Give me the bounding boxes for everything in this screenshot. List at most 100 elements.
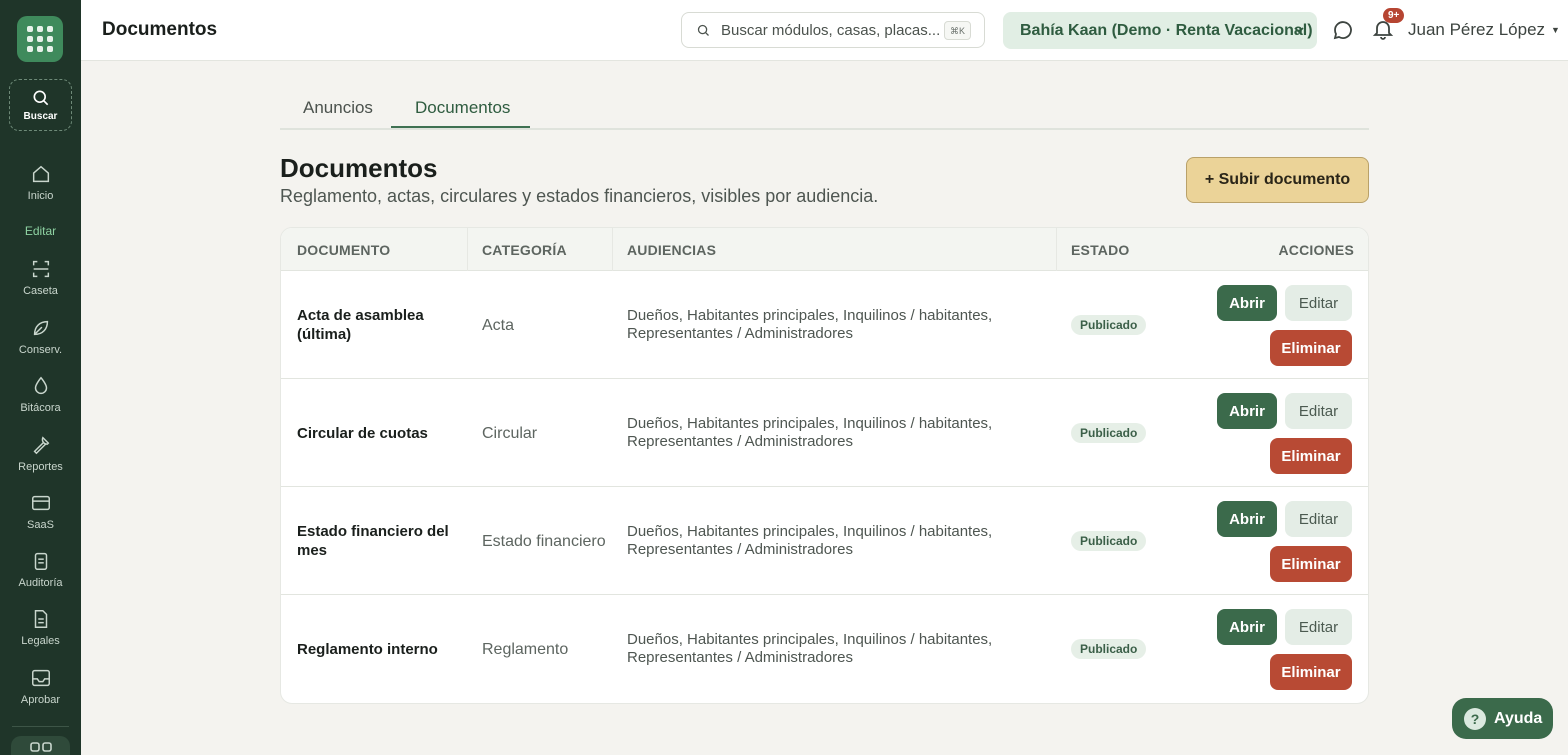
home-icon (32, 165, 49, 183)
status-badge: Publicado (1071, 315, 1147, 335)
drop-icon (34, 376, 47, 394)
table-row: Reglamento interno Reglamento Dueños, Ha… (281, 595, 1368, 703)
sidebar-item-label: SaaS (27, 519, 54, 531)
document-name: Acta de asamblea (última) (297, 307, 424, 343)
tab-documentos[interactable]: Documentos (415, 98, 510, 129)
sidebar-item-saas[interactable]: SaaS (0, 492, 81, 531)
organization-selector[interactable]: Bahía Kaan (Demo · Renta Vacacional) (1003, 12, 1317, 49)
edit-button[interactable]: Editar (1285, 609, 1352, 645)
delete-button[interactable]: Eliminar (1270, 330, 1352, 366)
sidebar-item-label: Aprobar (20, 694, 61, 706)
sidebar-item-label: Legales (21, 635, 60, 647)
edit-button[interactable]: Editar (1285, 501, 1352, 537)
open-button[interactable]: Abrir (1217, 285, 1277, 321)
sidebar-item-label: Caseta (23, 285, 58, 297)
document-category: Acta (482, 316, 515, 334)
status-cell: Publicado (1071, 379, 1147, 487)
status-cell: Publicado (1071, 271, 1147, 379)
sidebar-item-caseta[interactable]: Caseta (0, 258, 81, 297)
global-search-input[interactable]: Buscar módulos, casas, placas... ⌘K (681, 12, 985, 48)
column-header-category: CATEGORÍA (482, 242, 567, 258)
card-icon (31, 495, 50, 511)
sidebar-item-label: Bitácora (20, 402, 61, 414)
column-divider (467, 228, 468, 271)
sidebar-item-conserv[interactable]: Conserv. (0, 317, 81, 356)
open-button[interactable]: Abrir (1217, 393, 1277, 429)
edit-button[interactable]: Editar (1285, 285, 1352, 321)
tab-anuncios[interactable]: Anuncios (303, 98, 373, 129)
page-title: Documentos (102, 19, 218, 40)
tab-bar: Anuncios Documentos (280, 89, 1369, 130)
user-name: Juan Pérez López (1408, 20, 1546, 39)
sidebar-item-auditoria[interactable]: Auditoría (0, 550, 81, 589)
edit-button[interactable]: Editar (1285, 393, 1352, 429)
section-title: Documentos (280, 153, 438, 183)
apps-grid-icon[interactable] (17, 16, 63, 62)
column-header-actions: ACCIONES (1278, 242, 1354, 258)
table-row: Circular de cuotas Circular Dueños, Habi… (281, 379, 1368, 487)
search-icon (33, 90, 48, 106)
file-icon (34, 610, 47, 628)
status-badge: Publicado (1071, 423, 1147, 443)
sidebar-item-reportes[interactable]: Reportes (0, 434, 81, 473)
document-audiences: Dueños, Habitantes principales, Inquilin… (627, 631, 993, 666)
table-header: DOCUMENTO CATEGORÍA AUDIENCIAS ESTADO AC… (281, 228, 1368, 271)
sidebar-item-bitacora[interactable]: Bitácora (0, 375, 81, 414)
document-category: Reglamento (482, 640, 569, 658)
delete-button[interactable]: Eliminar (1270, 654, 1352, 690)
status-cell: Publicado (1071, 487, 1147, 595)
inbox-icon (31, 669, 50, 687)
document-name: Reglamento interno (297, 640, 438, 658)
status-badge: Publicado (1071, 531, 1147, 551)
document-audiences: Dueños, Habitantes principales, Inquilin… (627, 415, 993, 450)
status-cell: Publicado (1071, 595, 1147, 703)
caret-down-icon: ▼ (1551, 25, 1560, 35)
sidebar-item-label: Inicio (27, 190, 54, 202)
help-label: Ayuda (1494, 709, 1543, 727)
sidebar-item-legales[interactable]: Legales (0, 608, 81, 647)
column-divider (612, 228, 613, 271)
leaf-icon (33, 320, 48, 336)
notifications-badge: 9+ (1383, 8, 1405, 23)
organization-name: Bahía Kaan (Demo · Renta Vacacional) (1020, 21, 1313, 39)
sidebar-search-label: Buscar (23, 111, 58, 122)
column-header-status: ESTADO (1071, 242, 1130, 258)
document-audiences: Dueños, Habitantes principales, Inquilin… (627, 307, 993, 342)
user-menu[interactable]: Juan Pérez López ▼ (1408, 20, 1560, 40)
question-icon: ? (1464, 707, 1486, 730)
document-category: Circular (482, 424, 538, 442)
table-row: Estado financiero del mes Estado financi… (281, 487, 1368, 595)
sidebar-item-inicio[interactable]: Inicio (0, 163, 81, 202)
search-icon (697, 24, 709, 36)
search-shortcut: ⌘K (943, 21, 971, 40)
open-button[interactable]: Abrir (1217, 609, 1277, 645)
column-header-document: DOCUMENTO (297, 242, 391, 258)
upload-document-button[interactable]: + Subir documento (1186, 157, 1369, 203)
document-audiences: Dueños, Habitantes principales, Inquilin… (627, 523, 993, 558)
sidebar-item-aprobar[interactable]: Aprobar (0, 667, 81, 706)
chat-icon[interactable] (1331, 18, 1355, 42)
search-placeholder: Buscar módulos, casas, placas... (721, 21, 941, 39)
delete-button[interactable]: Eliminar (1270, 546, 1352, 582)
wrench-icon (33, 436, 49, 455)
open-button[interactable]: Abrir (1217, 501, 1277, 537)
sidebar-item-label: Reportes (18, 461, 63, 473)
document-category: Estado financiero (482, 532, 606, 550)
top-header: Documentos Buscar módulos, casas, placas… (81, 0, 1568, 61)
sidebar-layout-toggle[interactable] (11, 736, 70, 755)
scan-icon (32, 260, 49, 278)
help-button[interactable]: ? Ayuda (1452, 698, 1553, 739)
sidebar-item-label: Auditoría (18, 577, 63, 589)
panels-icon (29, 742, 52, 752)
status-badge: Publicado (1071, 639, 1147, 659)
clipboard-icon (34, 552, 47, 570)
document-name: Estado financiero del mes (297, 523, 449, 559)
sidebar-section-editar: Editar (24, 224, 57, 238)
sidebar-divider (12, 726, 69, 727)
section-subtitle: Reglamento, actas, circulares y estados … (280, 186, 879, 206)
active-tab-indicator (391, 126, 530, 128)
delete-button[interactable]: Eliminar (1270, 438, 1352, 474)
sidebar-search-button[interactable]: Buscar (9, 79, 72, 131)
table-row: Acta de asamblea (última) Acta Dueños, H… (281, 271, 1368, 379)
column-divider (1056, 228, 1057, 271)
